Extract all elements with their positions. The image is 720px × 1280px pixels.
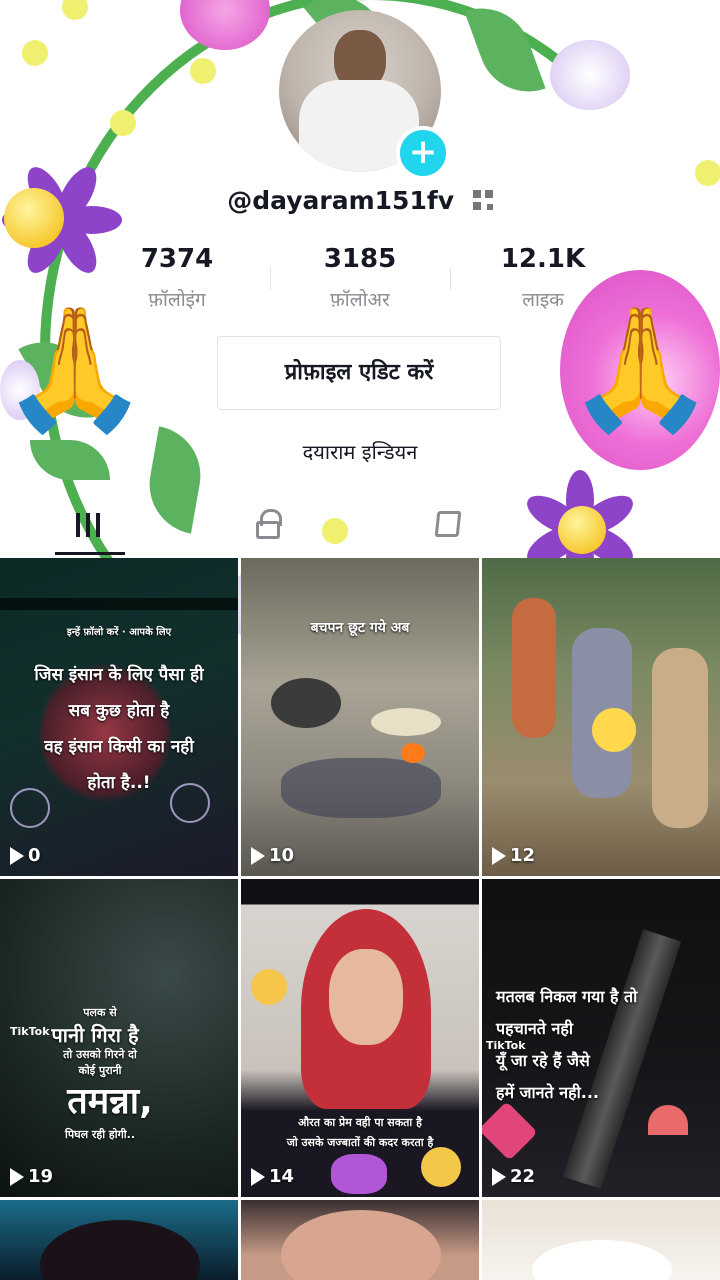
stat-followers[interactable]: 3185 फ़ॉलोअर: [260, 244, 460, 312]
video-top-text: इन्हें फ़ॉलो करें · आपके लिए: [66, 627, 172, 638]
add-profile-photo-icon[interactable]: +: [396, 126, 450, 180]
video-caption-line: पिघल रही होगी..: [65, 1128, 135, 1141]
play-icon: [10, 1167, 24, 1186]
view-count: 10: [251, 845, 294, 866]
video-caption-line: यूँ जा रहे हैं जैसे: [496, 1051, 590, 1070]
video-tile[interactable]: इन्हें फ़ॉलो करें · आपके लिए जिस इंसान क…: [0, 558, 238, 876]
following-count: 7374: [140, 244, 214, 274]
qr-code-icon[interactable]: [472, 190, 493, 210]
play-icon: [251, 846, 265, 865]
video-tile[interactable]: [482, 1200, 720, 1280]
followers-count: 3185: [323, 244, 397, 274]
play-icon: [492, 846, 506, 865]
video-caption-line: जिस इंसान के लिए पैसा ही: [34, 665, 204, 685]
play-icon: [10, 846, 24, 865]
praying-hands-icon-left: 🙏: [0, 300, 150, 439]
video-caption-line: औरत का प्रेम वही पा सकता है: [298, 1116, 422, 1129]
video-tile[interactable]: TikTok मतलब निकल गया है तो पहचानते नही य…: [482, 879, 720, 1197]
play-icon: [492, 1167, 506, 1186]
view-count-value: 10: [269, 845, 295, 866]
username: @dayaram151fv: [227, 186, 455, 215]
likes-label: लाइक: [522, 289, 564, 311]
likes-count: 12.1K: [500, 244, 586, 274]
edit-profile-button[interactable]: प्रोफ़ाइल एडिट करें: [217, 336, 501, 410]
video-caption-line: तमन्ना,: [67, 1081, 153, 1122]
video-caption-line: सब कुछ होता है: [68, 701, 170, 721]
tab-videos-grid-icon[interactable]: [72, 505, 112, 545]
video-caption-line: तो उसको गिरने दो: [63, 1048, 137, 1061]
view-count-value: 22: [510, 1166, 536, 1187]
video-caption-line: वह इंसान किसी का नही: [44, 737, 194, 757]
view-count: 22: [492, 1166, 535, 1187]
tab-tagged-icon[interactable]: [432, 505, 472, 545]
view-count: 19: [10, 1166, 53, 1187]
video-caption-line: पानी गिरा है: [51, 1023, 139, 1047]
view-count-value: 0: [28, 845, 41, 866]
praying-hands-icon-right: 🙏: [566, 300, 716, 439]
view-count: 12: [492, 845, 535, 866]
video-caption-line: मतलब निकल गया है तो: [496, 987, 638, 1006]
video-tile[interactable]: बचपन छूट गये अब 10: [241, 558, 479, 876]
tab-private-lock-icon[interactable]: [252, 505, 292, 545]
view-count-value: 19: [28, 1166, 54, 1187]
username-row: @dayaram151fv: [0, 186, 720, 215]
view-count: 0: [10, 845, 41, 866]
video-caption-line: बचपन छूट गये अब: [310, 620, 410, 636]
active-tab-indicator: [55, 552, 125, 555]
video-tile[interactable]: [241, 1200, 479, 1280]
profile-bio: दयाराम इन्डियन: [302, 440, 418, 464]
followers-label: फ़ॉलोअर: [330, 289, 390, 311]
video-caption-line: पहचानते नही: [496, 1019, 573, 1038]
following-label: फ़ॉलोइंग: [148, 289, 206, 311]
video-tile[interactable]: 12: [482, 558, 720, 876]
video-caption-line: पलक से: [83, 1006, 117, 1019]
video-caption-line: हमें जानते नही...: [496, 1083, 599, 1102]
view-count-value: 12: [510, 845, 536, 866]
video-tile[interactable]: TikTok पलक से पानी गिरा है तो उसको गिरने…: [0, 879, 238, 1197]
view-count: 14: [251, 1166, 294, 1187]
play-icon: [251, 1167, 265, 1186]
video-tile[interactable]: औरत का प्रेम वही पा सकता है जो उसके जज्ब…: [241, 879, 479, 1197]
stat-following[interactable]: 7374 फ़ॉलोइंग: [77, 244, 277, 312]
view-count-value: 14: [269, 1166, 295, 1187]
video-tile[interactable]: [0, 1200, 238, 1280]
tab-liked-icon[interactable]: [620, 505, 660, 545]
stat-likes[interactable]: 12.1K लाइक: [443, 244, 643, 312]
